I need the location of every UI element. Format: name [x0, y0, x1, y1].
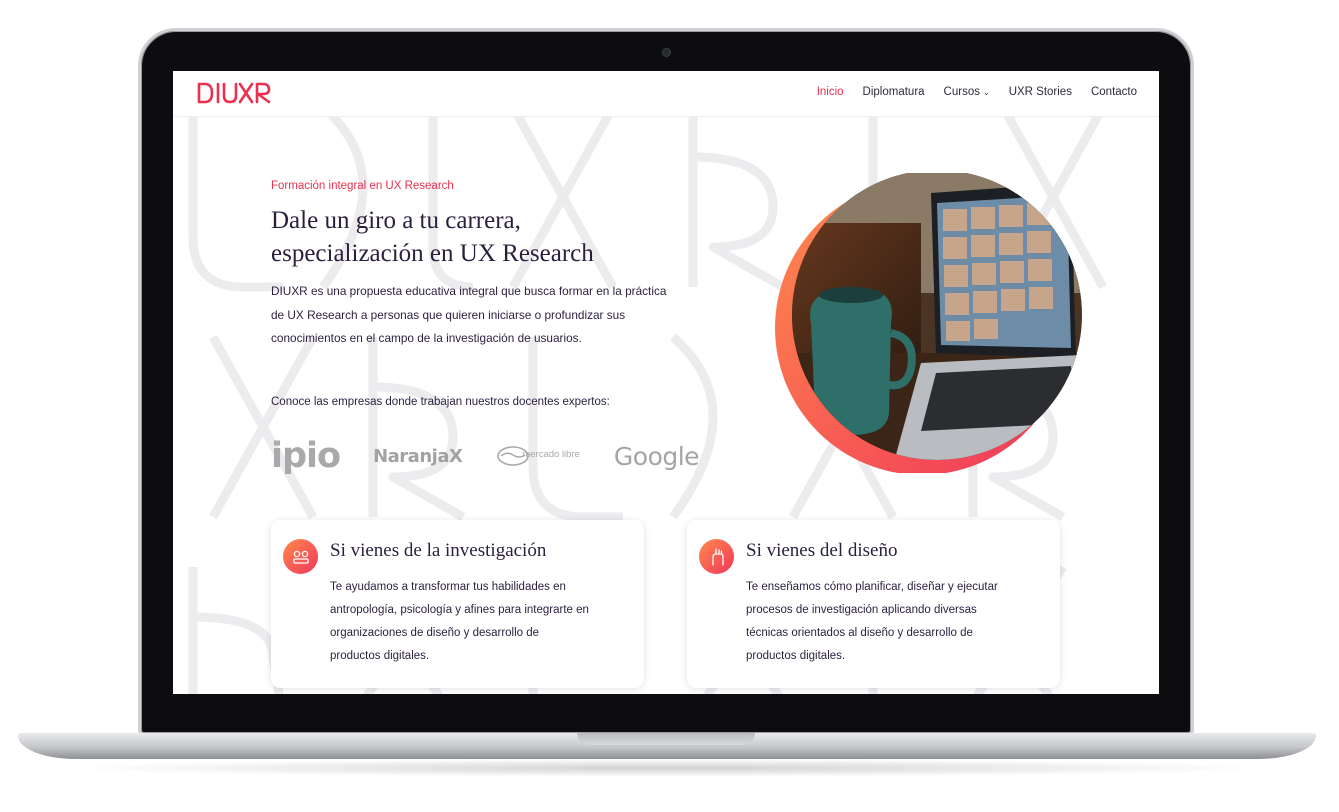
hero-intro-line-3: conocimientos en el campo de la investig… [271, 331, 582, 345]
video-call-laptop-photo [775, 173, 1082, 473]
nav-links: Inicio Diplomatura Cursos ⌄ UXR Stories C… [817, 86, 1137, 98]
card-design: Si vienes del diseño Te enseñamos cómo p… [687, 520, 1060, 688]
mercadolibre-logo: mercado libre [496, 445, 580, 467]
ipio-logo: ipio [271, 436, 341, 476]
hero-intro-line-2: de UX Research a personas que quieren in… [271, 307, 626, 322]
card-design-line: Te enseñamos cómo planificar, diseñar y … [746, 581, 998, 593]
camera-icon [662, 48, 671, 57]
hero-intro-line-1: DIUXR es una propuesta educativa integra… [271, 284, 667, 298]
nav-item-inicio[interactable]: Inicio [817, 86, 844, 98]
card-research-text: Te ayudamos a transformar tus habilidade… [330, 576, 637, 668]
nav-item-diplomatura[interactable]: Diplomatura [863, 86, 925, 98]
chevron-down-icon: ⌄ [982, 88, 990, 97]
nav-item-uxr-stories[interactable]: UXR Stories [1009, 86, 1072, 98]
top-nav: Inicio Diplomatura Cursos ⌄ UXR Stories C… [173, 71, 1159, 117]
design-icon [699, 539, 734, 574]
browser-screen: Inicio Diplomatura Cursos ⌄ UXR Stories C… [173, 71, 1159, 694]
research-icon [283, 539, 318, 574]
card-design-line: procesos de investigación aplicando dive… [746, 604, 977, 616]
card-research-line: Te ayudamos a transformar tus habilidade… [330, 581, 566, 593]
nav-item-contacto[interactable]: Contacto [1091, 86, 1137, 98]
card-design-title: Si vienes del diseño [746, 540, 898, 561]
card-research-title: Si vienes de la investigación [330, 540, 547, 561]
laptop-notch [577, 733, 755, 745]
card-design-line: productos digitales. [746, 650, 846, 662]
hero-intro: DIUXR es una propuesta educativa integra… [271, 280, 731, 351]
card-research: Si vienes de la investigación Te ayudamo… [271, 520, 644, 688]
hero-title: Dale un giro a tu carrera, especializaci… [271, 204, 711, 270]
card-research-line: organizaciones de diseño y desarrollo de [330, 627, 540, 639]
mercadolibre-text: mercado libre [522, 448, 580, 460]
company-logos: ipio NaranjaX mercado libre Google [271, 436, 700, 476]
hero-title-line-2: especialización en UX Research [271, 240, 594, 267]
hero-title-line-1: Dale un giro a tu carrera, [271, 207, 521, 234]
card-research-line: productos digitales. [330, 650, 430, 662]
card-research-line: antropología, psicología y afines para i… [330, 604, 589, 616]
nav-item-cursos[interactable]: Cursos ⌄ [944, 86, 990, 98]
naranjax-logo: NaranjaX [373, 445, 463, 467]
nav-item-cursos-label: Cursos [943, 86, 980, 98]
google-logo: Google [613, 441, 700, 471]
card-design-line: técnicas orientados al diseño y desarrol… [746, 627, 973, 639]
diuxr-logo[interactable] [197, 81, 271, 105]
companies-label: Conoce las empresas donde trabajan nuest… [271, 396, 610, 408]
hero-eyebrow: Formación integral en UX Research [271, 180, 454, 192]
laptop-shadow [60, 759, 1276, 777]
card-design-text: Te enseñamos cómo planificar, diseñar y … [746, 576, 1053, 668]
